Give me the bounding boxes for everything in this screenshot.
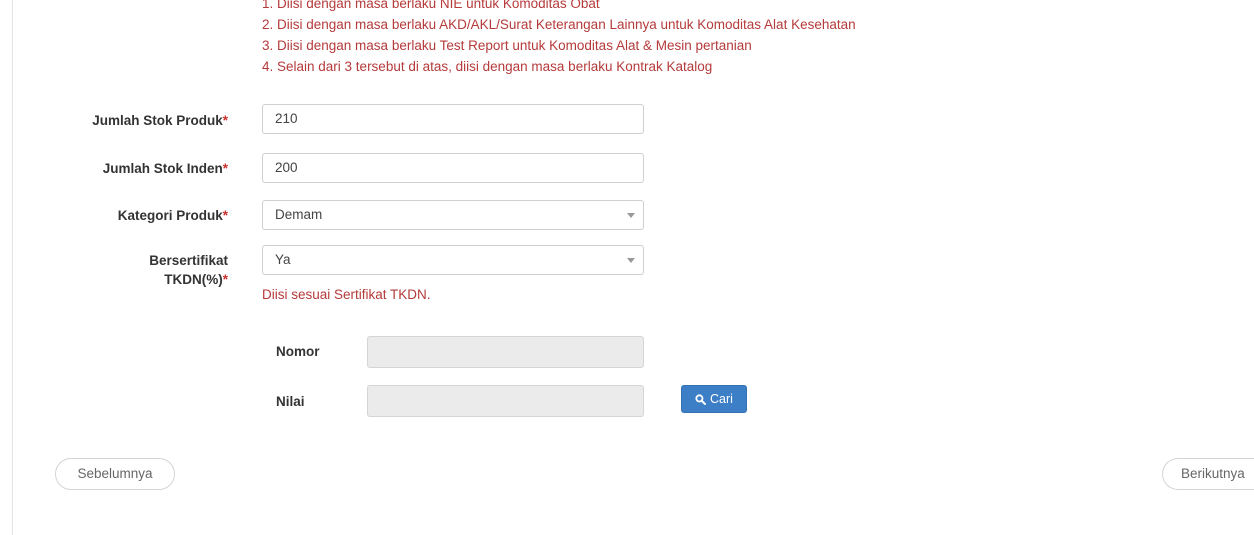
nomor-label: Nomor bbox=[276, 344, 320, 359]
stok-inden-label: Jumlah Stok Inden* bbox=[102, 161, 228, 176]
required-marker: * bbox=[222, 272, 228, 287]
validity-notes: 1. Diisi dengan masa berlaku NIE untuk K… bbox=[262, 0, 1042, 77]
cari-button[interactable]: Cari bbox=[681, 385, 747, 413]
search-icon bbox=[695, 393, 707, 405]
left-divider bbox=[12, 0, 13, 535]
required-marker: * bbox=[222, 208, 228, 223]
nilai-label: Nilai bbox=[276, 394, 305, 409]
chevron-down-icon bbox=[627, 213, 635, 218]
nomor-input[interactable] bbox=[367, 336, 644, 368]
tkdn-label: Bersertifikat TKDN(%)* bbox=[149, 253, 228, 287]
stok-produk-input[interactable]: 210 bbox=[262, 104, 644, 134]
note-1: 1. Diisi dengan masa berlaku NIE untuk K… bbox=[262, 0, 600, 11]
note-3: 3. Diisi dengan masa berlaku Test Report… bbox=[262, 38, 752, 53]
kategori-produk-value: Demam bbox=[275, 207, 323, 222]
required-marker: * bbox=[222, 161, 228, 176]
note-4: 4. Selain dari 3 tersebut di atas, diisi… bbox=[262, 59, 713, 74]
tkdn-value: Ya bbox=[275, 252, 291, 267]
tkdn-help-text: Diisi sesuai Sertifikat TKDN. bbox=[262, 287, 431, 302]
note-2: 2. Diisi dengan masa berlaku AKD/AKL/Sur… bbox=[262, 17, 856, 32]
kategori-produk-label: Kategori Produk* bbox=[117, 208, 228, 223]
next-button[interactable]: Berikutnya bbox=[1162, 458, 1254, 490]
required-marker: * bbox=[222, 113, 228, 128]
kategori-produk-select[interactable]: Demam bbox=[262, 200, 644, 230]
stok-inden-input[interactable]: 200 bbox=[262, 153, 644, 183]
stok-produk-label: Jumlah Stok Produk* bbox=[92, 113, 228, 128]
previous-button[interactable]: Sebelumnya bbox=[55, 458, 175, 490]
cari-button-label: Cari bbox=[710, 392, 733, 406]
chevron-down-icon bbox=[627, 258, 635, 263]
tkdn-select[interactable]: Ya bbox=[262, 245, 644, 275]
nilai-input[interactable] bbox=[367, 385, 644, 417]
